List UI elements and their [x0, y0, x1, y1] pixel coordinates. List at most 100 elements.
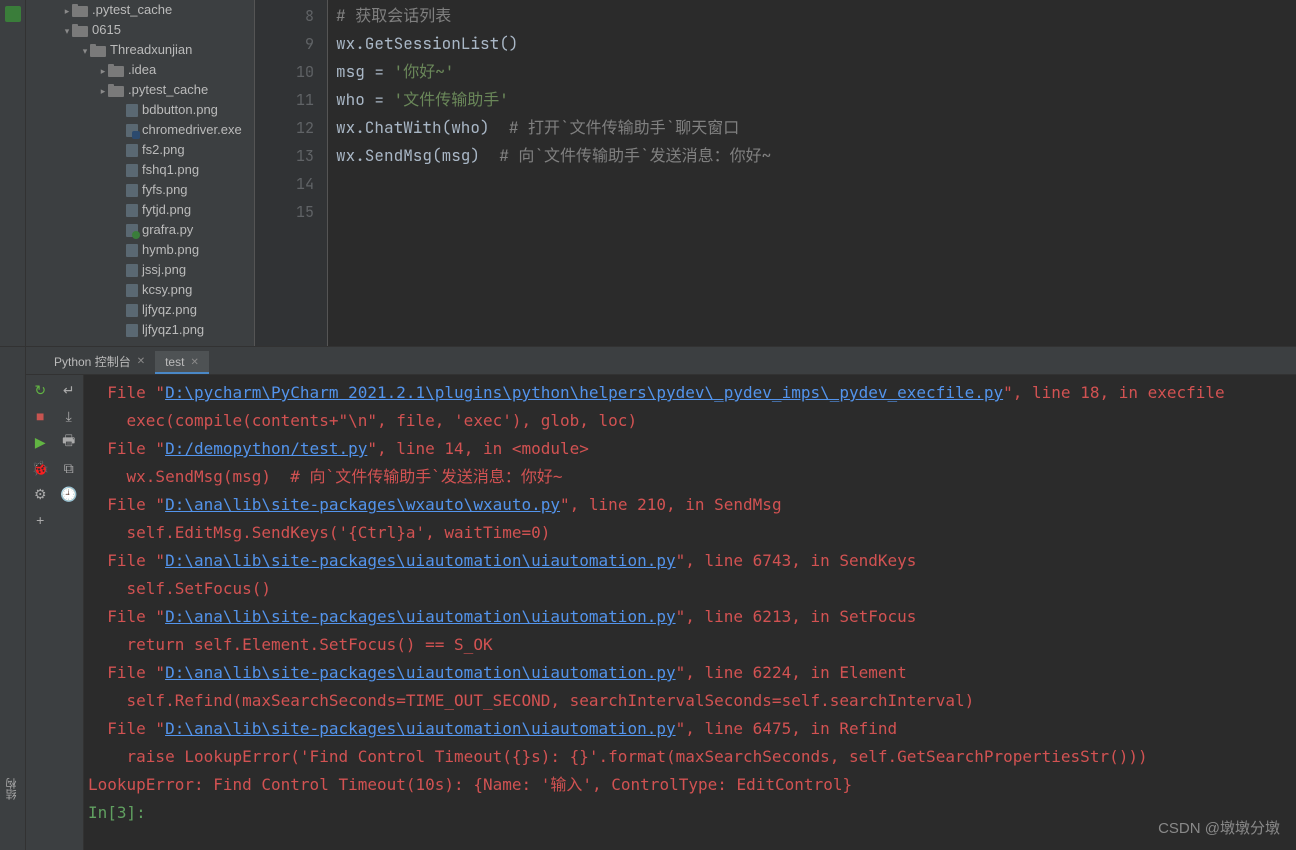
tab-python-console[interactable]: Python 控制台 ✕	[44, 349, 155, 374]
file-icon	[126, 264, 138, 277]
tree-item[interactable]: chromedriver.exe	[26, 120, 254, 140]
tree-item-label: 0615	[92, 22, 121, 37]
file-link[interactable]: D:\ana\lib\site-packages\uiautomation\ui…	[165, 663, 676, 682]
line-number: 9	[255, 30, 314, 58]
project-tree[interactable]: ▸.pytest_cache▾0615▾Threadxunjian▸.idea▸…	[26, 0, 254, 346]
chevron-down-icon[interactable]: ▾	[62, 21, 72, 41]
bottom-left-gutter: 结构	[0, 347, 26, 850]
line-number: 11	[255, 86, 314, 114]
tree-item[interactable]: jssj.png	[26, 260, 254, 280]
add-icon[interactable]: +	[27, 507, 53, 533]
code-area[interactable]: # 获取会话列表wx.GetSessionList()msg = '你好~'wh…	[328, 0, 1296, 346]
code-line[interactable]: who = '文件传输助手'	[336, 86, 1296, 114]
tree-item[interactable]: fyfs.png	[26, 180, 254, 200]
link-icon[interactable]: ⧉	[56, 455, 82, 481]
chevron-down-icon[interactable]: ▾	[80, 41, 90, 61]
exe-icon	[126, 124, 138, 137]
py-icon	[126, 224, 138, 237]
code-line[interactable]: wx.GetSessionList()	[336, 30, 1296, 58]
history-icon[interactable]: 🕘	[56, 481, 82, 507]
code-line[interactable]: msg = '你好~'	[336, 58, 1296, 86]
scroll-icon[interactable]: ⤓	[56, 403, 82, 429]
folder-icon	[72, 6, 88, 17]
file-icon	[126, 284, 138, 297]
structure-tool-icon[interactable]	[5, 6, 21, 22]
tree-item-label: fyfs.png	[142, 182, 188, 197]
tab-label: test	[165, 355, 184, 369]
structure-label[interactable]: 结构	[4, 778, 20, 800]
close-icon[interactable]: ✕	[137, 356, 145, 367]
tree-item-label: bdbutton.png	[142, 102, 218, 117]
tab-test[interactable]: test ✕	[155, 351, 209, 374]
wrap-icon[interactable]: ↵	[56, 377, 82, 403]
console-toolbar: ↻ ↵ ■ ⤓ ▶ 🖶 🐞 ⧉ ⚙ 🕘 +	[26, 375, 84, 850]
tree-item-label: jssj.png	[142, 262, 186, 277]
tree-item[interactable]: ljfyqz1.png	[26, 320, 254, 340]
tree-item[interactable]: bdbutton.png	[26, 100, 254, 120]
rerun-icon[interactable]: ↻	[27, 377, 53, 403]
close-icon[interactable]: ✕	[190, 357, 198, 368]
watermark: CSDN @墩墩分墩	[1158, 817, 1280, 838]
tree-item[interactable]: hymb.png	[26, 240, 254, 260]
line-number: 14	[255, 170, 314, 198]
console-tabbar: Python 控制台 ✕ test ✕	[26, 347, 1296, 375]
line-gutter: 89101112131415	[254, 0, 328, 346]
file-icon	[126, 164, 138, 177]
console-line: self.EditMsg.SendKeys('{Ctrl}a', waitTim…	[88, 519, 1296, 547]
file-link[interactable]: D:\ana\lib\site-packages\uiautomation\ui…	[165, 551, 676, 570]
console-line: wx.SendMsg(msg) # 向`文件传输助手`发送消息：你好~	[88, 463, 1296, 491]
run-icon[interactable]: ▶	[27, 429, 53, 455]
code-editor[interactable]: 89101112131415 # 获取会话列表wx.GetSessionList…	[254, 0, 1296, 346]
chevron-right-icon[interactable]: ▸	[62, 1, 72, 21]
file-icon	[126, 144, 138, 157]
settings-icon[interactable]: ⚙	[27, 481, 53, 507]
tree-item[interactable]: ▸ .pytest_cache	[26, 0, 254, 20]
console-line: In[3]:	[88, 799, 1296, 827]
folder-icon	[72, 26, 88, 37]
tree-item-label: fytjd.png	[142, 202, 191, 217]
console-line: File "D:\ana\lib\site-packages\wxauto\wx…	[88, 491, 1296, 519]
code-line[interactable]: # 获取会话列表	[336, 2, 1296, 30]
tree-item[interactable]: fshq1.png	[26, 160, 254, 180]
code-line[interactable]: wx.SendMsg(msg) # 向`文件传输助手`发送消息：你好~	[336, 142, 1296, 170]
console-line: raise LookupError('Find Control Timeout(…	[88, 743, 1296, 771]
folder-icon	[108, 66, 124, 77]
line-number: 8	[255, 2, 314, 30]
chevron-right-icon[interactable]: ▸	[98, 61, 108, 81]
file-link[interactable]: D:\ana\lib\site-packages\uiautomation\ui…	[165, 607, 676, 626]
debug-icon[interactable]: 🐞	[27, 455, 53, 481]
console-line: self.Refind(maxSearchSeconds=TIME_OUT_SE…	[88, 687, 1296, 715]
line-number: 15	[255, 198, 314, 226]
stop-icon[interactable]: ■	[27, 403, 53, 429]
file-icon	[126, 104, 138, 117]
console-output[interactable]: File "D:\pycharm\PyCharm 2021.2.1\plugin…	[84, 375, 1296, 850]
chevron-right-icon[interactable]: ▸	[98, 81, 108, 101]
console-line: self.SetFocus()	[88, 575, 1296, 603]
tree-item[interactable]: ljfyqz.png	[26, 300, 254, 320]
tree-item[interactable]: kcsy.png	[26, 280, 254, 300]
tree-item[interactable]: ▸.idea	[26, 60, 254, 80]
tree-item[interactable]: ▾ Threadxunjian	[26, 40, 254, 60]
console-line: return self.Element.SetFocus() == S_OK	[88, 631, 1296, 659]
file-link[interactable]: D:/demopython/test.py	[165, 439, 367, 458]
tree-item-label: .pytest_cache	[92, 2, 172, 17]
left-gutter	[0, 0, 26, 346]
file-icon	[126, 204, 138, 217]
console-line: File "D:\pycharm\PyCharm 2021.2.1\plugin…	[88, 379, 1296, 407]
console-line: File "D:\ana\lib\site-packages\uiautomat…	[88, 715, 1296, 743]
tree-item-label: ljfyqz1.png	[142, 322, 204, 337]
file-link[interactable]: D:\ana\lib\site-packages\uiautomation\ui…	[165, 719, 676, 738]
tree-item[interactable]: fs2.png	[26, 140, 254, 160]
file-link[interactable]: D:\ana\lib\site-packages\wxauto\wxauto.p…	[165, 495, 560, 514]
console-line: File "D:\ana\lib\site-packages\uiautomat…	[88, 547, 1296, 575]
code-line[interactable]: wx.ChatWith(who) # 打开`文件传输助手`聊天窗口	[336, 114, 1296, 142]
tree-item-label: Threadxunjian	[110, 42, 192, 57]
file-link[interactable]: D:\pycharm\PyCharm 2021.2.1\plugins\pyth…	[165, 383, 1003, 402]
tree-item[interactable]: fytjd.png	[26, 200, 254, 220]
print-icon[interactable]: 🖶	[56, 429, 82, 455]
tree-item[interactable]: ▾ 0615	[26, 20, 254, 40]
tree-item[interactable]: grafra.py	[26, 220, 254, 240]
tree-item[interactable]: ▸.pytest_cache	[26, 80, 254, 100]
tree-item-label: ljfyqz.png	[142, 302, 197, 317]
folder-icon	[108, 86, 124, 97]
